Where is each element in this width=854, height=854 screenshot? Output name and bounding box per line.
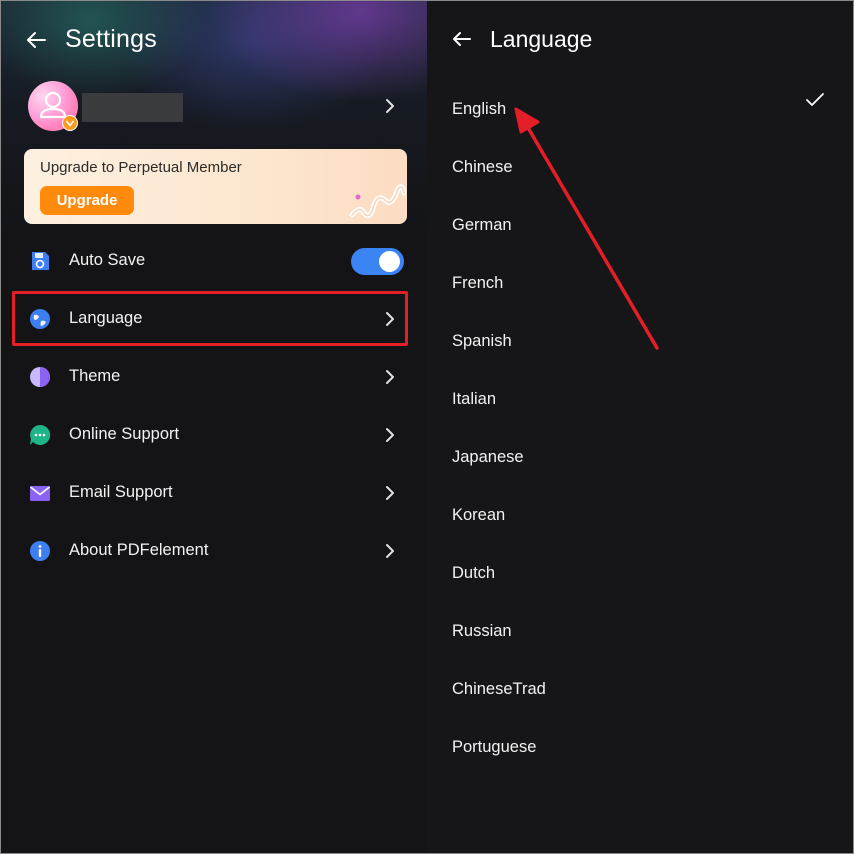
sidebar-item-theme[interactable]: Theme: [1, 351, 427, 403]
online-support-label: Online Support: [69, 425, 180, 443]
auto-save-toggle[interactable]: [351, 248, 404, 275]
sidebar-item-about[interactable]: About PDFelement: [1, 525, 427, 577]
language-option-chinese[interactable]: Chinese: [427, 139, 853, 197]
page-title: Settings: [65, 25, 157, 53]
chevron-right-icon: [386, 428, 394, 442]
language-option-label: English: [452, 100, 507, 118]
about-label: About PDFelement: [69, 541, 209, 559]
language-option-label: Chinese: [452, 158, 513, 176]
language-option-label: Spanish: [452, 332, 512, 350]
vip-badge-icon: [62, 115, 78, 131]
auto-save-label: Auto Save: [69, 251, 146, 269]
language-option-label: German: [452, 216, 512, 234]
redacted-username: [82, 93, 183, 122]
theme-icon: [30, 367, 50, 387]
chevron-right-icon[interactable]: [383, 97, 397, 115]
language-option-chinesetrad[interactable]: ChineseTrad: [427, 661, 853, 719]
language-option-label: Japanese: [452, 448, 524, 466]
language-option-italian[interactable]: Italian: [427, 371, 853, 429]
upgrade-text: Upgrade to Perpetual Member: [40, 159, 242, 176]
language-option-english[interactable]: English: [427, 81, 853, 139]
save-icon: [32, 252, 49, 270]
info-icon: [30, 541, 50, 561]
language-option-spanish[interactable]: Spanish: [427, 313, 853, 371]
toggle-knob: [379, 251, 400, 272]
language-option-label: Portuguese: [452, 738, 537, 756]
language-option-label: Dutch: [452, 564, 496, 582]
settings-panel: Settings Upgrade to Perpetual Member Upg…: [1, 1, 427, 853]
mail-icon: [30, 486, 50, 501]
checkmark-icon: [806, 93, 824, 106]
language-option-german[interactable]: German: [427, 197, 853, 255]
language-option-portuguese[interactable]: Portuguese: [427, 719, 853, 777]
back-arrow-icon[interactable]: [451, 28, 473, 50]
upgrade-button[interactable]: Upgrade: [40, 186, 134, 215]
language-highlight-annotation: [12, 291, 408, 346]
language-option-label: Korean: [452, 506, 506, 524]
upgrade-banner[interactable]: Upgrade to Perpetual Member Upgrade: [24, 149, 407, 224]
back-arrow-icon[interactable]: [25, 29, 47, 51]
language-panel: Language English Chinese German French S…: [427, 1, 853, 853]
chevron-right-icon: [386, 370, 394, 384]
chevron-right-icon: [386, 486, 394, 500]
language-option-label: Russian: [452, 622, 512, 640]
chat-icon: [30, 424, 51, 445]
page-title: Language: [490, 26, 593, 52]
language-option-dutch[interactable]: Dutch: [427, 545, 853, 603]
language-option-label: ChineseTrad: [452, 680, 546, 698]
email-support-label: Email Support: [69, 483, 173, 501]
decoration-icon: [349, 184, 406, 219]
language-option-label: Italian: [452, 390, 497, 408]
theme-label: Theme: [69, 367, 121, 385]
sidebar-item-online-support[interactable]: Online Support: [1, 409, 427, 461]
language-option-japanese[interactable]: Japanese: [427, 429, 853, 487]
sidebar-item-email-support[interactable]: Email Support: [1, 467, 427, 519]
language-option-label: French: [452, 274, 504, 292]
language-option-russian[interactable]: Russian: [427, 603, 853, 661]
language-option-french[interactable]: French: [427, 255, 853, 313]
language-option-korean[interactable]: Korean: [427, 487, 853, 545]
chevron-right-icon: [386, 544, 394, 558]
